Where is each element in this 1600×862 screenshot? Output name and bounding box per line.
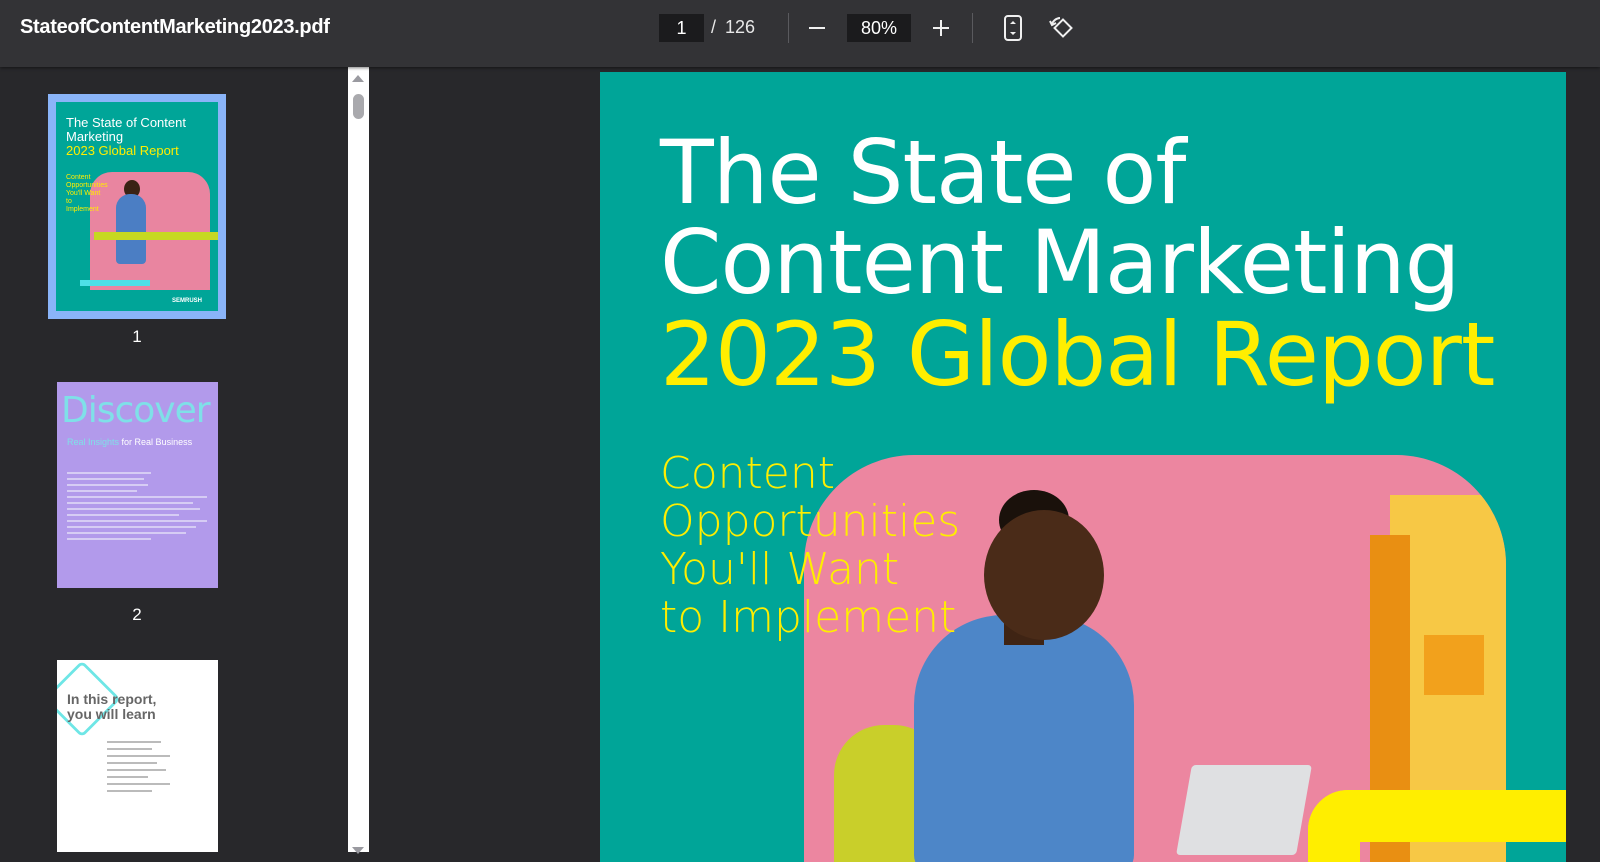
thumbnail-person: [116, 194, 146, 264]
cover-title-line-1: The State of: [660, 121, 1186, 224]
plus-icon: [933, 20, 949, 36]
thumbnail-toc: [107, 736, 197, 797]
thumbnail-page-1[interactable]: The State of Content Marketing 2023 Glob…: [48, 94, 226, 319]
zoom-level-input[interactable]: 80%: [847, 14, 911, 42]
toolbar-divider: [788, 13, 789, 43]
thumbnail-heading: In this report, you will learn: [67, 691, 157, 722]
zoom-in-button[interactable]: [926, 13, 956, 43]
thumbnail-number: 1: [132, 327, 142, 346]
thumbnail-photo: [90, 172, 210, 290]
fit-page-icon: [1004, 15, 1022, 41]
scroll-up-arrow[interactable]: [352, 75, 364, 82]
sidebar-scrollbar[interactable]: [348, 67, 369, 854]
page-total: 126: [725, 17, 756, 37]
cover-subtitle: Content Opportunities You'll Want to Imp…: [660, 448, 961, 643]
yellow-corner-shape: [1308, 790, 1566, 862]
page-number-input[interactable]: 1: [659, 14, 704, 42]
thumbnail-stripe: [80, 280, 150, 286]
thumbnail-text-lines: [67, 468, 207, 544]
thumbnail-stripe: [94, 232, 218, 240]
zoom-out-button[interactable]: [802, 13, 832, 43]
cover-title-line-2: Content Marketing: [660, 211, 1461, 314]
page-separator: /: [711, 17, 717, 37]
thumbnail-subtitle: Content Opportunities You'll Want to Imp…: [66, 174, 108, 213]
scrollbar-thumb[interactable]: [353, 94, 364, 119]
thumbnail-page-2[interactable]: Discover Real Insights for Real Business: [57, 382, 218, 588]
scroll-down-arrow[interactable]: [352, 847, 364, 854]
fit-page-button[interactable]: [998, 13, 1028, 43]
cover-title-line-3: 2023 Global Report: [660, 303, 1495, 406]
orange-steps: [1424, 635, 1484, 695]
minus-icon: [809, 27, 825, 29]
thumbnail-cover: The State of Content Marketing 2023 Glob…: [56, 102, 218, 311]
semrush-logo: SEMRUSH: [172, 298, 203, 304]
woman-denim-shirt: [914, 615, 1134, 862]
rotate-icon: [1049, 17, 1073, 38]
thumbnail-number: 2: [132, 605, 142, 624]
pdf-toolbar: StateofContentMarketing2023.pdf 1 / 126 …: [0, 0, 1600, 67]
thumbnail-subheading: Real Insights for Real Business: [67, 437, 193, 447]
toolbar-divider: [972, 13, 973, 43]
rotate-button[interactable]: [1046, 13, 1076, 43]
thumbnail-page-3[interactable]: In this report, you will learn: [57, 660, 218, 852]
thumbnail-heading: Discover: [61, 390, 211, 431]
laptop: [1176, 765, 1312, 855]
document-title: StateofContentMarketing2023.pdf: [20, 16, 330, 38]
woman-head: [984, 510, 1104, 640]
pdf-page-1: The State of Content Marketing 2023 Glob…: [600, 72, 1566, 862]
thumbnail-title: The State of Content Marketing 2023 Glob…: [66, 115, 186, 158]
